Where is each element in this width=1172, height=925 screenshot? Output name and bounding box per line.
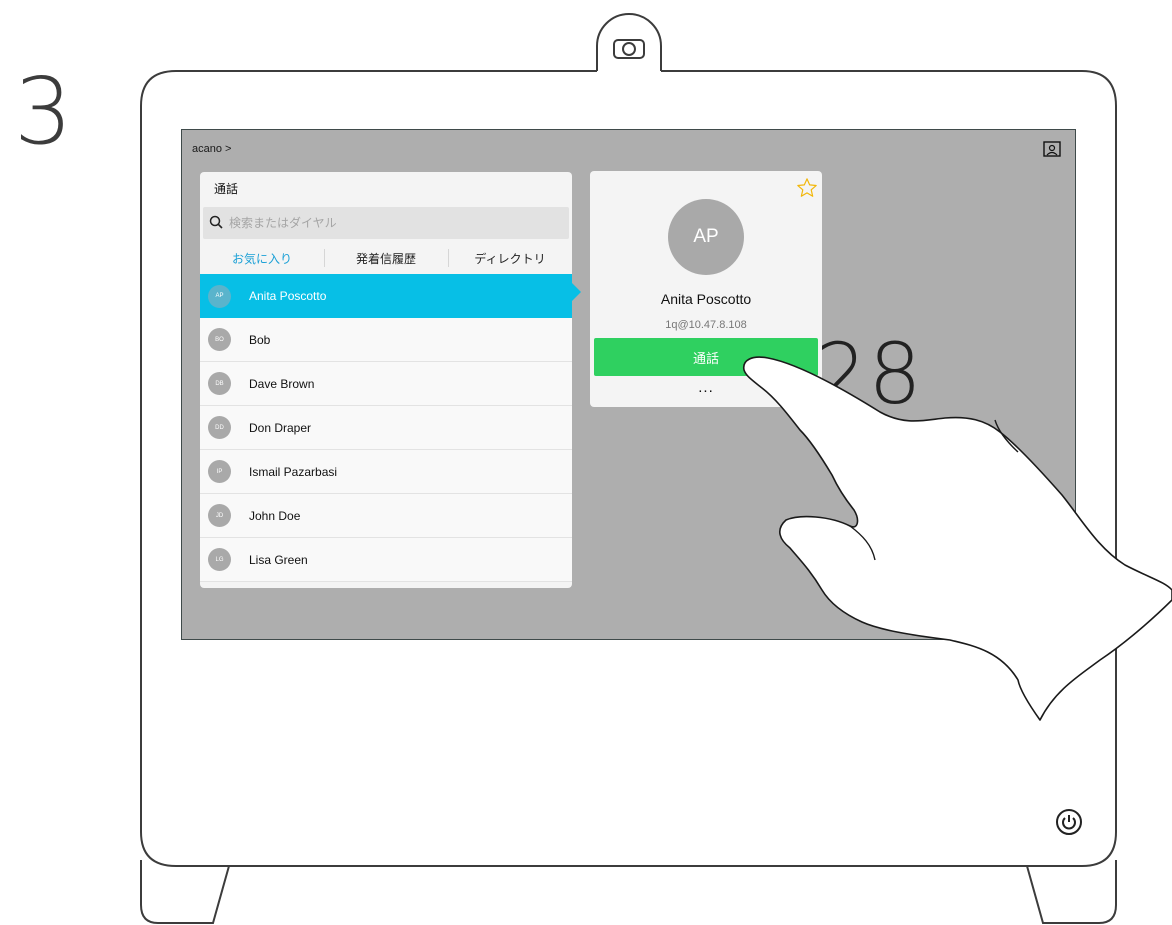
contact-row[interactable]: DB Dave Brown [200, 362, 572, 406]
search-input[interactable] [229, 213, 559, 233]
contact-name: John Doe [249, 508, 301, 523]
contact-detail-address: 1q@10.47.8.108 [665, 319, 747, 331]
avatar: AP [208, 284, 231, 308]
avatar: DB [208, 372, 231, 395]
star-outline-icon[interactable] [796, 177, 818, 199]
contact-name: Ismail Pazarbasi [249, 464, 338, 479]
tab-directory[interactable]: ディレクトリ [448, 242, 572, 274]
contact-row[interactable]: AP Anita Poscotto [200, 274, 572, 318]
topbar-title[interactable]: acano > [192, 143, 231, 155]
call-panel: 通話 お気に入り 発着信履歴 ディレクトリ AP Anita Poscotto … [200, 172, 572, 588]
contact-row[interactable]: BO Bob [200, 318, 572, 362]
tab-recents[interactable]: 発着信履歴 [324, 242, 448, 274]
more-options-button[interactable]: ... [590, 379, 822, 403]
contact-list: AP Anita Poscotto BO Bob DB Dave Brown D… [200, 274, 572, 582]
contact-name: Bob [249, 332, 271, 347]
avatar: DD [208, 416, 231, 439]
search-box[interactable] [203, 207, 569, 239]
contact-row[interactable]: DD Don Draper [200, 406, 572, 450]
device-screen: acano > 1:28 通話 お気に入り 発着信履歴 ディレクトリ AP An… [181, 129, 1076, 640]
contact-name: Lisa Green [249, 552, 308, 567]
search-icon [209, 215, 223, 229]
power-icon[interactable] [1055, 808, 1083, 836]
contact-name: Anita Poscotto [249, 289, 327, 303]
contact-row[interactable]: JD John Doe [200, 494, 572, 538]
avatar: BO [208, 328, 231, 351]
contact-name: Don Draper [249, 420, 312, 435]
tab-bar: お気に入り 発着信履歴 ディレクトリ [200, 242, 572, 274]
avatar: JD [208, 504, 231, 527]
step-number: 3 [14, 58, 73, 165]
selfview-icon[interactable] [1043, 141, 1061, 157]
selection-pointer [572, 283, 581, 301]
panel-title: 通話 [214, 182, 239, 196]
contact-detail-name: Anita Poscotto [660, 291, 752, 307]
camera-icon [596, 13, 662, 71]
contact-row[interactable]: IP Ismail Pazarbasi [200, 450, 572, 494]
avatar: LG [208, 548, 231, 571]
contact-name: Dave Brown [249, 376, 315, 391]
avatar: IP [208, 460, 231, 483]
call-button[interactable]: 通話 [594, 338, 818, 376]
avatar: AP [668, 199, 744, 275]
tab-favorites[interactable]: お気に入り [200, 242, 324, 274]
contact-detail-card: AP Anita Poscotto 1q@10.47.8.108 通話 ... [590, 171, 822, 407]
contact-row[interactable]: LG Lisa Green [200, 538, 572, 582]
